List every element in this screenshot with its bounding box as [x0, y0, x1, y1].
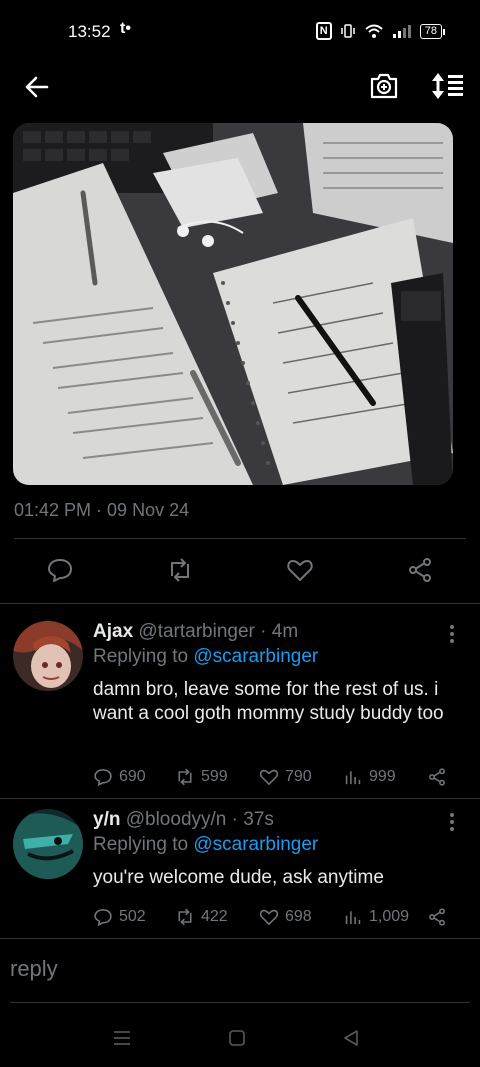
status-icons: N 78 — [315, 22, 446, 40]
divider — [0, 798, 480, 799]
comment-count-value: 690 — [119, 768, 146, 785]
reply-age: · 4m — [260, 621, 299, 642]
post-actions — [0, 552, 480, 588]
replying-to-label: Replying to — [93, 646, 189, 667]
share-icon[interactable] — [427, 767, 447, 787]
view-count[interactable]: 1,009 — [343, 905, 409, 929]
back-nav-icon[interactable] — [341, 1028, 361, 1048]
heart-icon — [259, 769, 279, 786]
recents-icon[interactable] — [112, 1028, 132, 1048]
repost-count-value: 599 — [201, 768, 228, 785]
comment-icon — [94, 909, 112, 927]
more-options-icon[interactable] — [446, 624, 458, 644]
arrow-left-icon[interactable] — [22, 72, 52, 102]
status-bar: 13:52 t• N 78 — [0, 0, 480, 62]
divider — [0, 603, 480, 604]
more-options-icon[interactable] — [446, 812, 458, 832]
reply-header: y/n @bloodyy/n · 37s — [93, 809, 274, 831]
camera-plus-icon[interactable] — [368, 70, 400, 102]
wifi-icon — [365, 24, 383, 38]
repost-icon[interactable] — [166, 556, 194, 584]
repost-icon — [178, 768, 192, 786]
repost-icon — [178, 908, 192, 926]
like-count-value: 790 — [285, 768, 312, 785]
comment-count[interactable]: 502 — [93, 905, 146, 929]
like-count-value: 698 — [285, 908, 312, 925]
replying-to-handle[interactable]: @scararbinger — [193, 834, 318, 855]
top-bar — [0, 62, 480, 112]
views-chart-icon — [345, 911, 361, 925]
replying-to: Replying to @scararbinger — [93, 646, 318, 668]
post-timestamp: 01:42 PM · 09 Nov 24 — [14, 500, 190, 520]
reply-stats: 502 422 698 1,009 — [93, 905, 463, 929]
reply-stats: 690 599 790 999 — [93, 765, 463, 789]
repost-count[interactable]: 422 — [175, 905, 228, 929]
reply-handle[interactable]: @tartarbinger — [138, 621, 254, 642]
reply-age: · 37s — [231, 809, 274, 830]
reply-author-name[interactable]: Ajax — [93, 621, 133, 642]
replying-to: Replying to @scararbinger — [93, 834, 318, 856]
reply-header: Ajax @tartarbinger · 4m — [93, 621, 298, 643]
share-icon[interactable] — [427, 907, 447, 927]
view-count-value: 1,009 — [369, 908, 410, 925]
reply-text: you're welcome dude, ask anytime — [93, 867, 384, 888]
study-desk-photo — [13, 123, 453, 485]
comment-icon — [94, 769, 112, 787]
reply-text: damn bro, leave some for the rest of us.… — [93, 679, 444, 724]
comment-count-value: 502 — [119, 908, 146, 925]
divider — [14, 538, 466, 539]
system-nav-bar — [0, 1020, 480, 1067]
status-time: 13:52 — [68, 22, 111, 41]
comment-count[interactable]: 690 — [93, 765, 146, 789]
signal-icon — [392, 25, 411, 38]
sort-icon[interactable] — [430, 70, 466, 102]
replying-to-handle[interactable]: @scararbinger — [193, 646, 318, 667]
repost-count-value: 422 — [201, 908, 228, 925]
reply-handle[interactable]: @bloodyy/n — [126, 809, 227, 830]
view-count[interactable]: 999 — [343, 765, 396, 789]
like-count[interactable]: 698 — [259, 905, 312, 929]
post-image[interactable] — [13, 123, 453, 485]
repost-count[interactable]: 599 — [175, 765, 228, 789]
nfc-icon: N — [315, 22, 332, 40]
like-count[interactable]: 790 — [259, 765, 312, 789]
views-chart-icon — [345, 771, 361, 785]
share-icon[interactable] — [406, 556, 434, 584]
home-icon[interactable] — [227, 1028, 247, 1048]
vibrate-icon — [341, 24, 355, 38]
avatar[interactable] — [13, 809, 83, 879]
replying-to-label: Replying to — [93, 834, 189, 855]
reply-input[interactable]: reply — [10, 956, 58, 982]
battery-indicator: 78 — [419, 23, 446, 39]
composer-underline — [10, 1002, 470, 1003]
notification-icon: t• — [120, 20, 131, 37]
view-count-value: 999 — [369, 768, 396, 785]
reply-author-name[interactable]: y/n — [93, 809, 120, 830]
divider — [0, 938, 480, 939]
heart-icon — [259, 909, 279, 926]
heart-icon[interactable] — [286, 556, 314, 584]
comment-icon[interactable] — [46, 556, 74, 584]
avatar[interactable] — [13, 621, 83, 691]
